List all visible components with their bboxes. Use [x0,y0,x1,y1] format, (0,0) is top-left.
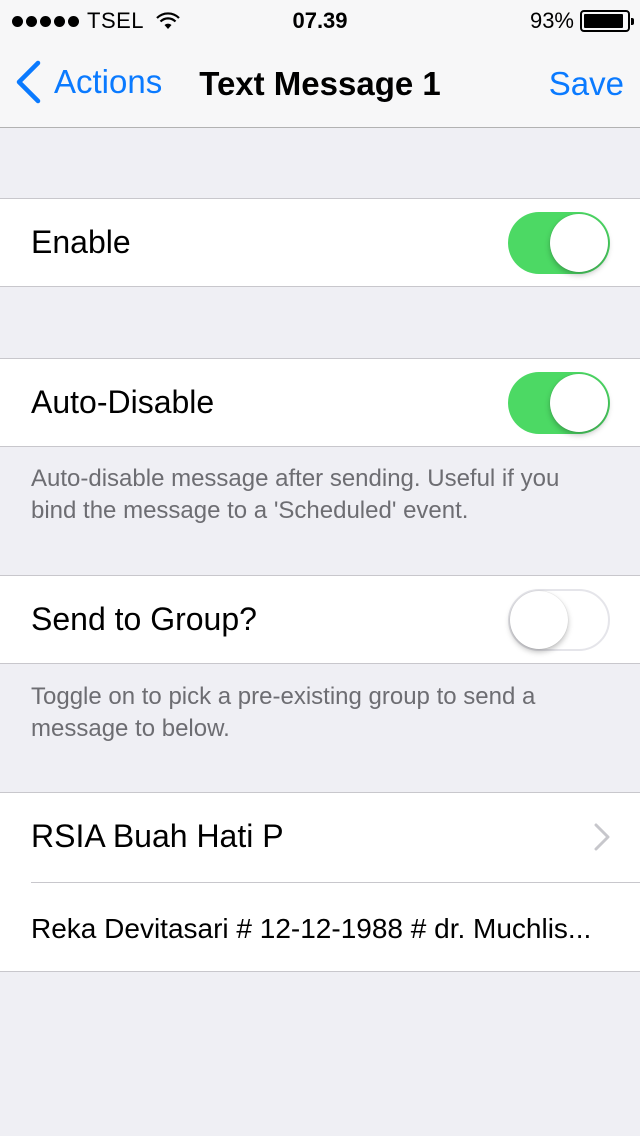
page-title: Text Message 1 [199,65,441,102]
enable-toggle[interactable] [508,212,610,274]
send-to-group-cell: Send to Group? [0,575,640,664]
send-to-group-footer: Toggle on to pick a pre-existing group t… [31,683,536,742]
send-to-group-toggle[interactable] [508,589,610,651]
auto-disable-cell: Auto-Disable [0,358,640,447]
recipient-section: RSIA Buah Hati P Reka Devitasari # 12-12… [0,792,640,972]
toggle-knob [550,374,608,432]
group-picker-row[interactable]: RSIA Buah Hati P [0,793,640,882]
group-name: RSIA Buah Hati P [31,818,284,854]
message-row[interactable]: Reka Devitasari # 12-12-1988 # dr. Muchl… [31,882,640,971]
toggle-knob [510,591,568,649]
auto-disable-footer: Auto-disable message after sending. Usef… [31,465,560,524]
navigation-bar: Actions Text Message 1 Save [0,40,640,128]
message-text: Reka Devitasari # 12-12-1988 # dr. Muchl… [31,913,592,944]
save-button[interactable]: Save [549,65,624,103]
battery-fill [584,14,624,28]
send-to-group-label: Send to Group? [31,601,257,637]
chevron-right-icon [594,823,610,851]
enable-label: Enable [31,224,131,260]
enable-cell: Enable [0,198,640,287]
auto-disable-label: Auto-Disable [31,384,215,420]
battery-icon [580,10,634,32]
battery-percent: 93% [529,8,574,33]
toggle-knob [550,214,608,272]
auto-disable-toggle[interactable] [508,372,610,434]
status-right: 93% [529,8,634,34]
status-bar: TSEL 07.39 93% [0,0,640,40]
